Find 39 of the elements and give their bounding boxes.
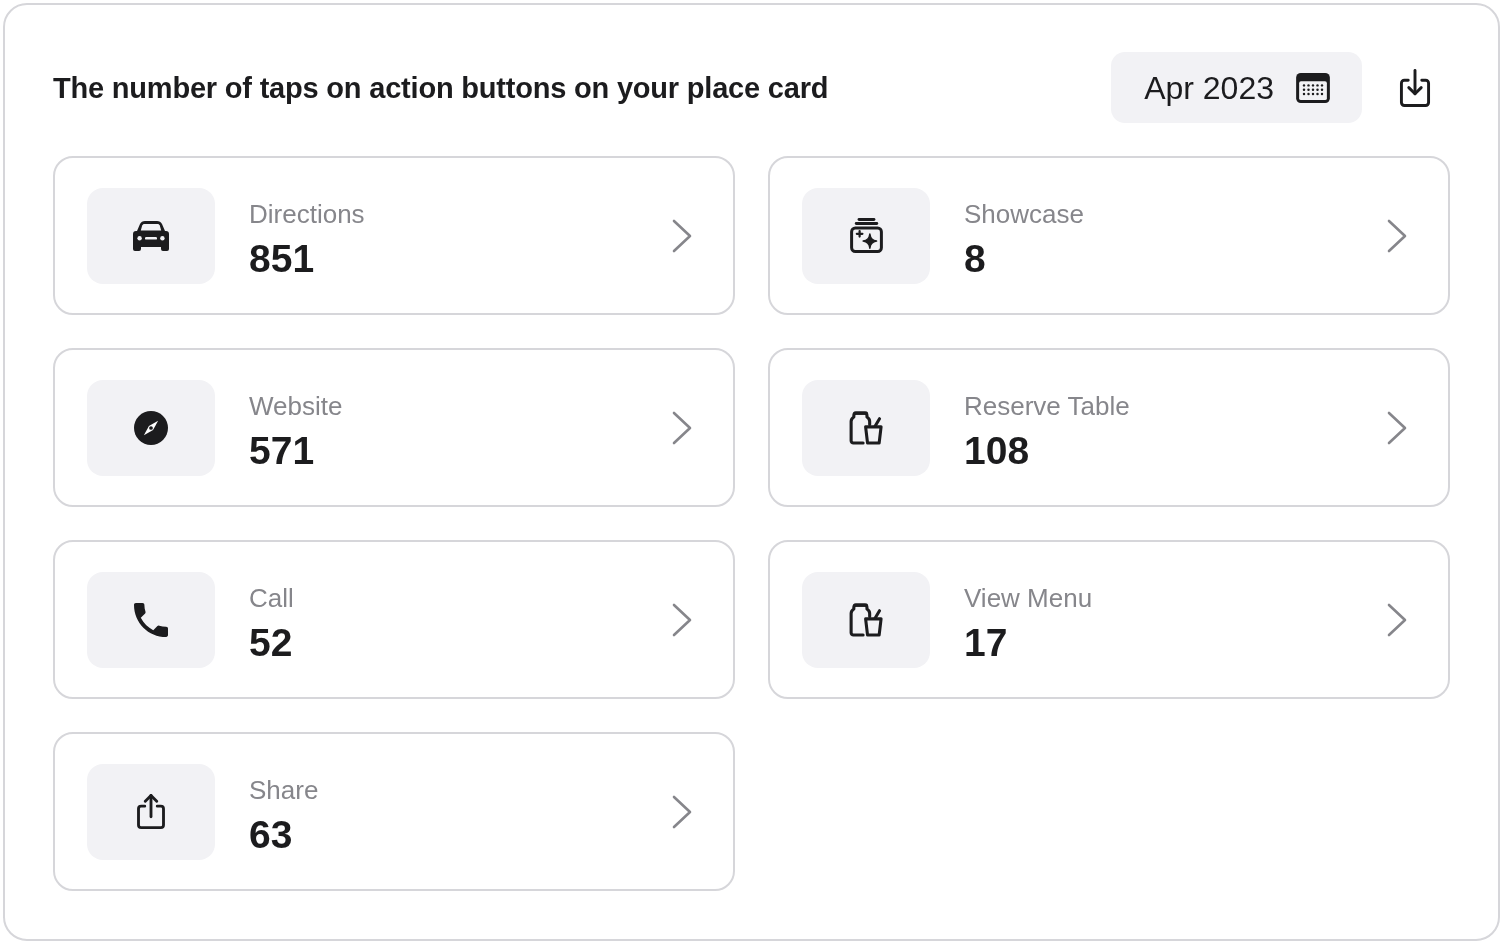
chevron-right-icon <box>1386 601 1408 638</box>
action-label: Share <box>249 773 319 807</box>
action-card[interactable]: Website 571 <box>53 348 735 507</box>
action-card[interactable]: View Menu 17 <box>768 540 1450 699</box>
tap-count: 8 <box>964 236 986 280</box>
action-card[interactable]: Showcase 8 <box>768 156 1450 315</box>
action-card[interactable]: Call 52 <box>53 540 735 699</box>
share-icon <box>87 763 215 860</box>
tap-count: 52 <box>249 620 293 664</box>
action-label: Website <box>249 389 343 423</box>
sparkle-frame-icon <box>802 187 930 284</box>
tap-count: 108 <box>964 428 1030 472</box>
tap-count: 571 <box>249 428 315 472</box>
chevron-right-icon <box>671 217 693 254</box>
calendar-icon <box>1296 72 1330 103</box>
chevron-right-icon <box>671 601 693 638</box>
download-icon <box>1398 68 1431 107</box>
tap-count: 17 <box>964 620 1008 664</box>
action-label: Showcase <box>964 197 1084 231</box>
action-card[interactable]: Reserve Table 108 <box>768 348 1450 507</box>
chevron-right-icon <box>1386 217 1408 254</box>
action-label: Directions <box>249 197 365 231</box>
action-card[interactable]: Share 63 <box>53 732 735 891</box>
card-title: The number of taps on action buttons on your place card <box>53 70 829 106</box>
chevron-right-icon <box>671 409 693 446</box>
action-label: Call <box>249 581 294 615</box>
jar-and-cup-icon <box>802 571 930 668</box>
phone-icon <box>87 571 215 668</box>
action-label: View Menu <box>964 581 1093 615</box>
car-icon <box>87 187 215 284</box>
jar-and-cup-icon <box>802 379 930 476</box>
compass-icon <box>87 379 215 476</box>
tap-count: 63 <box>249 812 293 856</box>
action-card[interactable]: Directions 851 <box>53 156 735 315</box>
tap-count: 851 <box>249 236 315 280</box>
date-picker-button[interactable]: Apr 2023 <box>1111 52 1362 123</box>
chevron-right-icon <box>671 793 693 830</box>
chevron-right-icon <box>1386 409 1408 446</box>
action-label: Reserve Table <box>964 389 1130 423</box>
